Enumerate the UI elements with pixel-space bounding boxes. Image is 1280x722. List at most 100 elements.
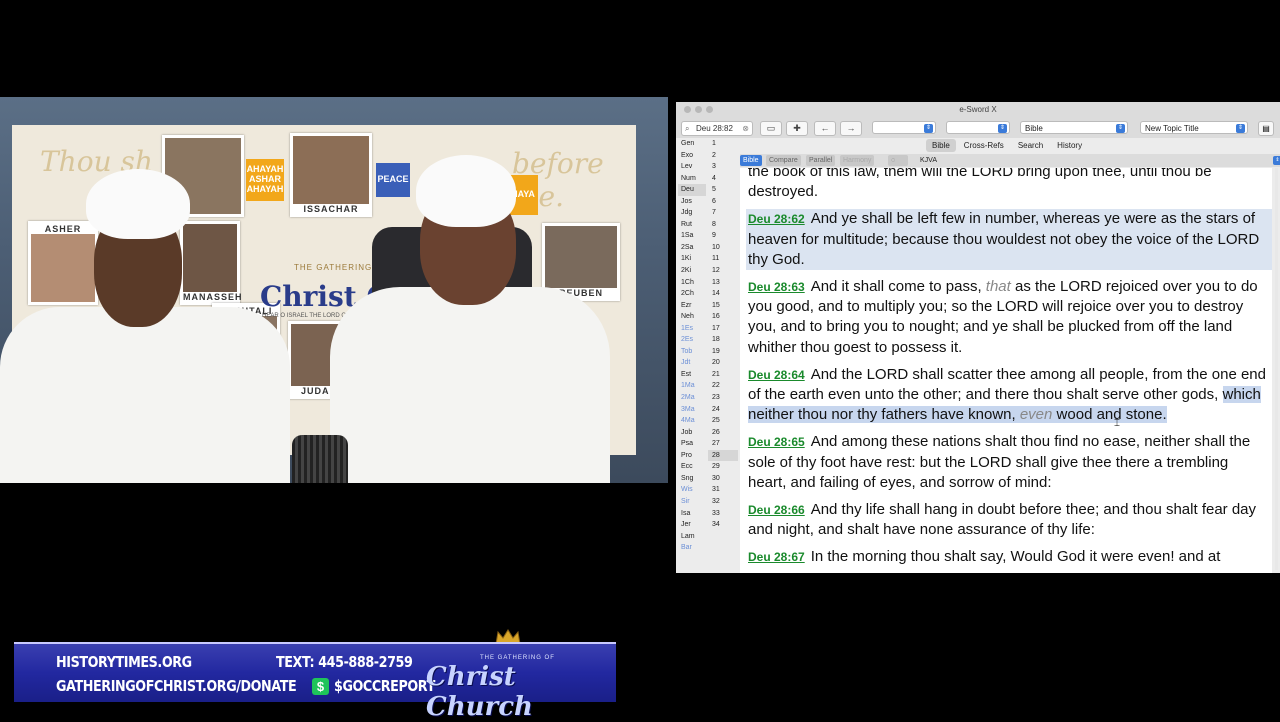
book-item[interactable]: 2Ki xyxy=(678,265,706,277)
book-item[interactable]: 1Ch xyxy=(678,277,706,289)
add-button[interactable]: ✚ xyxy=(786,121,808,136)
subtab-parallel[interactable]: Parallel xyxy=(806,155,836,166)
chapter-item[interactable]: 11 xyxy=(708,253,738,265)
reference-search-field[interactable]: ⌕ Deu 28:82 ⊗ xyxy=(681,121,753,136)
chapter-item[interactable]: 31 xyxy=(708,484,738,496)
book-item[interactable]: Est xyxy=(678,369,706,381)
chapter-item[interactable]: 3 xyxy=(708,161,738,173)
chapter-item[interactable]: 1 xyxy=(708,138,738,150)
verse-ref-link[interactable]: Deu 28:66 xyxy=(748,503,805,517)
book-item[interactable]: Num xyxy=(678,173,706,185)
bible-text-pane[interactable]: the book of this law, them will the LORD… xyxy=(740,168,1272,573)
book-item[interactable]: Jer xyxy=(678,519,706,531)
chapter-item[interactable]: 15 xyxy=(708,300,738,312)
notes-button[interactable]: ▤ xyxy=(1258,121,1274,136)
chapter-item[interactable]: 7 xyxy=(708,207,738,219)
book-item[interactable]: 2Ch xyxy=(678,288,706,300)
book-item[interactable]: Psa xyxy=(678,438,706,450)
chapter-item[interactable]: 14 xyxy=(708,288,738,300)
chapter-item[interactable]: 27 xyxy=(708,438,738,450)
chapter-item[interactable]: 30 xyxy=(708,473,738,485)
book-item[interactable]: Ezr xyxy=(678,300,706,312)
chapter-item[interactable]: 20 xyxy=(708,357,738,369)
verse-ref-link[interactable]: Deu 28:65 xyxy=(748,435,805,449)
chapter-item[interactable]: 22 xyxy=(708,380,738,392)
book-item[interactable]: Isa xyxy=(678,508,706,520)
book-item[interactable]: Exo xyxy=(678,150,706,162)
book-item[interactable]: Jdg xyxy=(678,207,706,219)
chapter-item[interactable]: 17 xyxy=(708,323,738,335)
chapter-item[interactable]: 5 xyxy=(708,184,738,196)
subtab-bible[interactable]: Bible xyxy=(740,155,762,166)
dictionary-select[interactable]: ⇕ xyxy=(946,121,1010,134)
chapter-item[interactable]: 8 xyxy=(708,219,738,231)
book-item[interactable]: Rut xyxy=(678,219,706,231)
verse-ref-link[interactable]: Deu 28:63 xyxy=(748,280,805,294)
verse-ref-link[interactable]: Deu 28:62 xyxy=(748,212,805,226)
tab-search[interactable]: Search xyxy=(1012,139,1049,152)
tab-history[interactable]: History xyxy=(1051,139,1088,152)
book-item[interactable]: Sng xyxy=(678,473,706,485)
book-item[interactable]: 1Es xyxy=(678,323,706,335)
verse-ref-link[interactable]: Deu 28:64 xyxy=(748,368,805,382)
book-item[interactable]: Tob xyxy=(678,346,706,358)
minimize-window-icon[interactable] xyxy=(695,106,702,113)
book-item[interactable]: 2Ma xyxy=(678,392,706,404)
chapter-item[interactable]: 24 xyxy=(708,404,738,416)
book-item[interactable]: Bar xyxy=(678,542,706,554)
book-item[interactable]: 1Ma xyxy=(678,380,706,392)
chapter-item[interactable]: 33 xyxy=(708,508,738,520)
tab-cross-refs[interactable]: Cross-Refs xyxy=(958,139,1010,152)
book-item[interactable]: Sir xyxy=(678,496,706,508)
chapter-item[interactable]: 16 xyxy=(708,311,738,323)
subtab-harmony[interactable]: Harmony xyxy=(840,155,875,166)
verse-ref-link[interactable]: Deu 28:67 xyxy=(748,550,805,564)
close-window-icon[interactable] xyxy=(684,106,691,113)
commentary-select[interactable]: ⇕ xyxy=(872,121,936,134)
chapter-item[interactable]: 18 xyxy=(708,334,738,346)
tab-bible[interactable]: Bible xyxy=(926,139,956,152)
chapter-item[interactable]: 34 xyxy=(708,519,738,531)
book-item[interactable]: 2Es xyxy=(678,334,706,346)
book-item[interactable]: Gen xyxy=(678,138,706,150)
topic-select[interactable]: New Topic Title ⇕ xyxy=(1140,121,1248,134)
book-item[interactable]: 1Sa xyxy=(678,230,706,242)
chapter-item[interactable]: 12 xyxy=(708,265,738,277)
lock-button[interactable]: ◌ xyxy=(888,155,908,166)
chapter-item[interactable]: 9 xyxy=(708,230,738,242)
book-item[interactable]: Lev xyxy=(678,161,706,173)
chapter-item[interactable]: 21 xyxy=(708,369,738,381)
clear-search-icon[interactable]: ⊗ xyxy=(742,122,749,135)
chapter-item[interactable]: 10 xyxy=(708,242,738,254)
book-item[interactable]: Jos xyxy=(678,196,706,208)
book-item[interactable]: Job xyxy=(678,427,706,439)
book-item[interactable]: Lam xyxy=(678,531,706,543)
module-select[interactable]: Bible ⇕ xyxy=(1020,121,1128,134)
chapter-item[interactable]: 26 xyxy=(708,427,738,439)
book-item[interactable]: Wis xyxy=(678,484,706,496)
book-item[interactable]: Pro xyxy=(678,450,706,462)
chapter-item[interactable]: 25 xyxy=(708,415,738,427)
back-button[interactable]: ← xyxy=(814,121,836,136)
version-select[interactable]: KJVA ⇕ xyxy=(916,155,1280,166)
chapter-item[interactable]: 13 xyxy=(708,277,738,289)
chapter-item[interactable]: 2 xyxy=(708,150,738,162)
book-item[interactable]: 4Ma xyxy=(678,415,706,427)
book-item[interactable]: Ecc xyxy=(678,461,706,473)
chapter-item[interactable]: 29 xyxy=(708,461,738,473)
book-item[interactable]: Jdt xyxy=(678,357,706,369)
subtab-compare[interactable]: Compare xyxy=(766,155,801,166)
chapter-item[interactable]: 19 xyxy=(708,346,738,358)
chapter-item[interactable]: 28 xyxy=(708,449,738,462)
book-item[interactable]: 2Sa xyxy=(678,242,706,254)
chapter-item[interactable]: 23 xyxy=(708,392,738,404)
chapter-item[interactable]: 4 xyxy=(708,173,738,185)
window-controls[interactable] xyxy=(684,106,713,113)
zoom-window-icon[interactable] xyxy=(706,106,713,113)
book-item[interactable]: 1Ki xyxy=(678,253,706,265)
book-item[interactable]: Neh xyxy=(678,311,706,323)
forward-button[interactable]: → xyxy=(840,121,862,136)
chapter-item[interactable]: 32 xyxy=(708,496,738,508)
book-item[interactable]: 3Ma xyxy=(678,404,706,416)
scrollbar[interactable] xyxy=(1275,168,1278,570)
